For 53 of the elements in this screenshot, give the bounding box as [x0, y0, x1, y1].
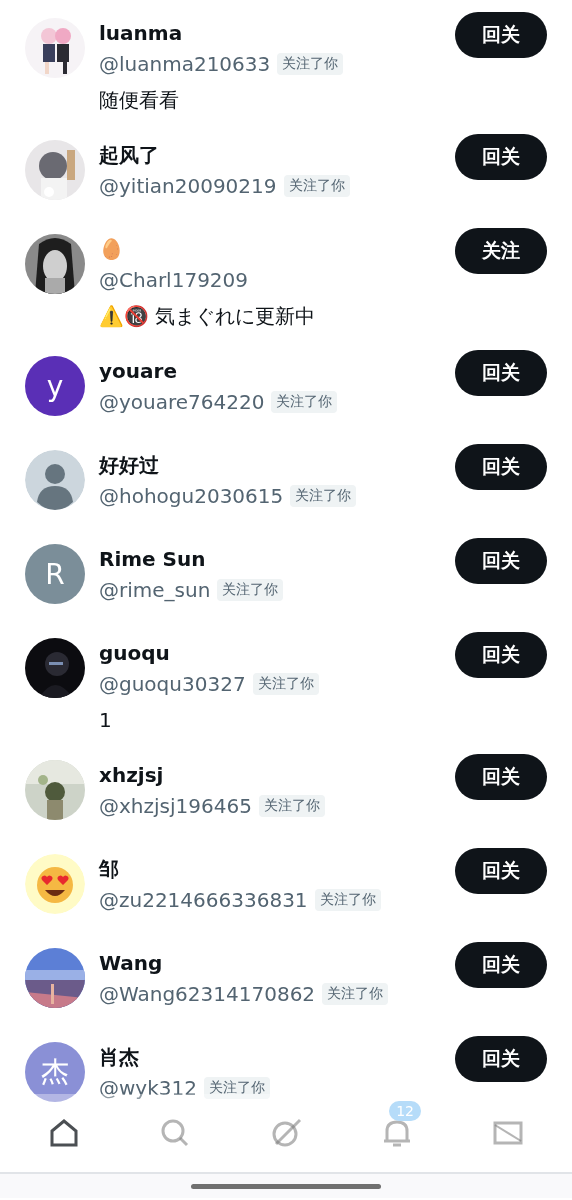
follows-you-badge: 关注了你: [322, 983, 389, 1005]
notification-badge: 12: [389, 1101, 421, 1121]
follow-back-button[interactable]: 回关: [455, 538, 547, 584]
user-handle: @luanma210633: [99, 51, 271, 78]
user-name: youare: [99, 358, 178, 384]
follow-back-button[interactable]: 关注: [455, 228, 547, 274]
user-handle: @Wang62314170862: [99, 981, 316, 1008]
user-handle: @yitian20090219: [99, 173, 277, 200]
avatar-letter: y: [46, 369, 64, 403]
avatar-letter: 杰: [41, 1054, 69, 1090]
user-handle: @hohogu2030615: [99, 483, 284, 510]
follow-back-button[interactable]: 回关: [455, 12, 547, 58]
follow-back-button[interactable]: 回关: [455, 754, 547, 800]
avatar-letter: R: [45, 557, 65, 591]
user-handle: @zu2214666336831: [99, 887, 308, 914]
user-name: Wang: [99, 950, 164, 976]
user-name: 邹: [99, 856, 120, 882]
user-name: xhzjsj: [99, 762, 165, 788]
user-name: luanma: [99, 20, 184, 46]
default-avatar-icon: [25, 450, 85, 510]
user-name: 好好过: [99, 452, 160, 478]
user-name: guoqu: [99, 640, 171, 666]
heart-eyes-face-icon: [25, 854, 85, 914]
user-bio: 1: [99, 707, 113, 734]
user-bio: 随便看看: [99, 87, 180, 114]
user-name: 肖杰: [99, 1044, 140, 1070]
user-handle: @wyk312: [99, 1075, 197, 1102]
follows-you-badge: 关注了你: [203, 1077, 270, 1099]
follows-you-badge: 关注了你: [283, 175, 350, 197]
user-handle: @xhzjsj196465: [99, 793, 252, 820]
slashed-circle-icon[interactable]: [270, 1117, 302, 1149]
user-name: 起风了: [99, 142, 160, 168]
follows-you-badge: 关注了你: [217, 579, 284, 601]
user-handle: @Charl179209: [99, 267, 249, 294]
user-handle: @guoqu30327: [99, 671, 246, 698]
user-handle: @rime_sun: [99, 577, 211, 604]
user-name: 🥚: [99, 236, 125, 262]
follows-you-badge: 关注了你: [252, 673, 319, 695]
user-bio: ⚠🔞 気まぐれに更新中: [99, 303, 317, 330]
user-name: Rime Sun: [99, 546, 207, 572]
follow-back-button[interactable]: 回关: [455, 942, 547, 988]
follows-you-badge: 关注了你: [314, 889, 381, 911]
follows-you-badge: 关注了你: [277, 53, 344, 75]
follow-back-button[interactable]: 回关: [455, 1036, 547, 1082]
follow-back-button[interactable]: 回关: [455, 632, 547, 678]
follow-back-button[interactable]: 回关: [455, 444, 547, 490]
follows-you-badge: 关注了你: [271, 391, 338, 413]
follow-back-button[interactable]: 回关: [455, 848, 547, 894]
follow-back-button[interactable]: 回关: [455, 134, 547, 180]
follows-you-badge: 关注了你: [290, 485, 357, 507]
follow-back-button[interactable]: 回关: [455, 350, 547, 396]
user-handle: @youare764220: [99, 389, 265, 416]
follows-you-badge: 关注了你: [258, 795, 325, 817]
